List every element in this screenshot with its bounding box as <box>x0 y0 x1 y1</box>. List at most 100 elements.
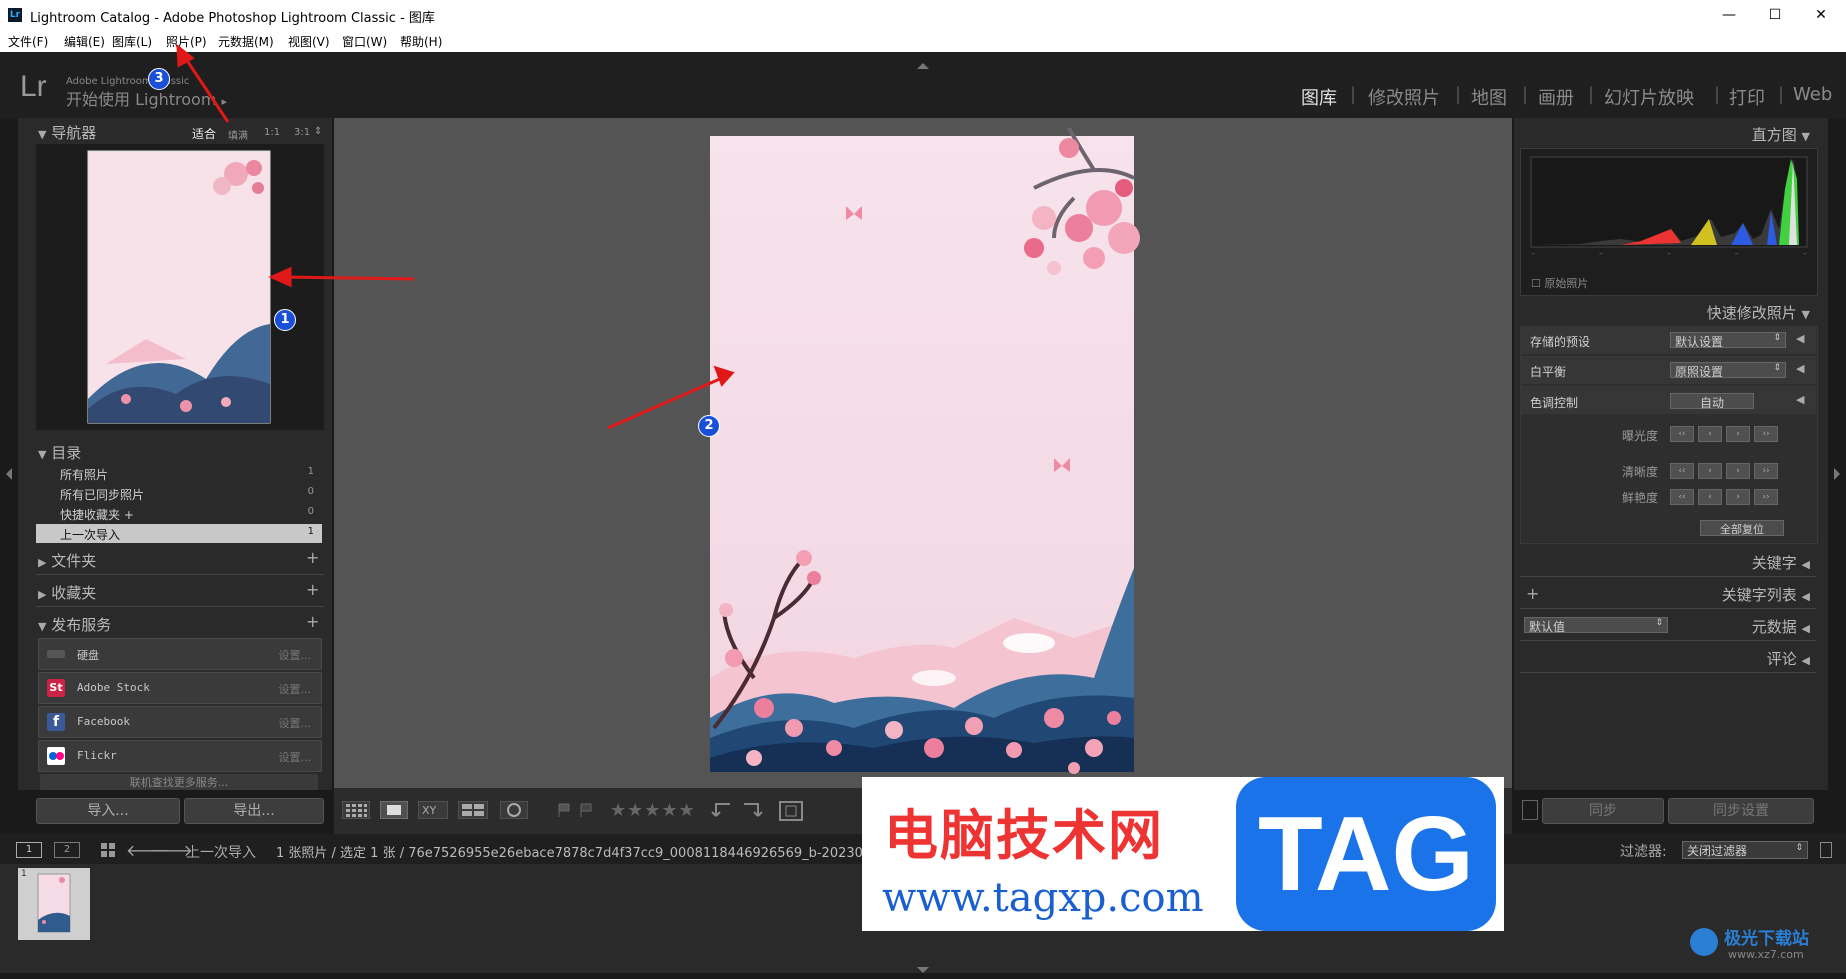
module-map[interactable]: 地图 <box>1471 84 1507 110</box>
catalog-row-synced[interactable]: 所有已同步照片 0 <box>36 484 322 503</box>
publish-services-header[interactable]: ▼ 发布服务 <box>38 614 111 635</box>
histogram-header[interactable]: 直方图 ▼ <box>1700 124 1810 145</box>
original-photo-checkbox[interactable]: ☐ 原始照片 <box>1531 275 1588 291</box>
collections-add-button[interactable]: + <box>306 580 319 599</box>
right-panel-toggle[interactable] <box>1834 466 1842 486</box>
export-button[interactable]: 导出... <box>184 798 324 824</box>
grid-mode-icon[interactable] <box>100 842 116 862</box>
metadata-header[interactable]: 元数据 ◀ <box>1700 616 1810 637</box>
zoom-3-1[interactable]: 3:1 <box>294 127 310 138</box>
maximize-button[interactable]: ☐ <box>1752 2 1798 28</box>
module-book[interactable]: 画册 <box>1538 84 1574 110</box>
import-button[interactable]: 导入... <box>36 798 180 824</box>
clarity-decrease[interactable]: ‹ <box>1698 463 1722 479</box>
module-slideshow[interactable]: 幻灯片放映 <box>1604 84 1694 110</box>
service-settings-link[interactable]: 设置... <box>279 647 312 663</box>
histogram-panel[interactable]: – – – – – ☐ 原始照片 <box>1520 148 1818 296</box>
reset-all-button[interactable]: 全部复位 <box>1700 520 1784 536</box>
crop-overlay-icon[interactable] <box>778 800 804 826</box>
comments-header[interactable]: 评论 ◀ <box>1700 648 1810 669</box>
menu-view[interactable]: 视图(V) <box>288 33 330 50</box>
filter-lock-icon[interactable] <box>1820 842 1832 858</box>
module-web[interactable]: Web <box>1793 84 1832 105</box>
service-settings-link[interactable]: 设置... <box>279 681 312 697</box>
menu-library[interactable]: 图库(L) <box>112 33 152 50</box>
folders-add-button[interactable]: + <box>306 548 319 567</box>
saved-preset-select[interactable]: 默认设置 ⇕ <box>1670 332 1786 349</box>
quick-develop-header[interactable]: 快速修改照片 ▼ <box>1620 302 1810 323</box>
keywording-header[interactable]: 关键字 ◀ <box>1660 552 1810 573</box>
catalog-row-all-photos[interactable]: 所有照片 1 <box>36 464 322 483</box>
compare-view-icon[interactable]: XY <box>417 800 449 823</box>
catalog-header[interactable]: ▼ 目录 <box>38 442 81 463</box>
expand-left-icon[interactable]: ◀ <box>1796 362 1804 375</box>
people-view-icon[interactable] <box>499 800 529 823</box>
sync-button[interactable]: 同步 <box>1542 798 1664 824</box>
publish-add-button[interactable]: + <box>306 612 319 631</box>
grid-view-icon[interactable] <box>341 800 371 823</box>
bottom-panel-toggle[interactable] <box>915 960 931 979</box>
publish-service-flickr[interactable]: Flickr 设置... <box>38 740 322 772</box>
window-primary-button[interactable]: 1 <box>16 842 42 858</box>
window-secondary-button[interactable]: 2 <box>54 842 80 858</box>
catalog-row-previous-import[interactable]: 上一次导入 1 <box>36 524 322 543</box>
loupe-view[interactable] <box>334 118 1512 788</box>
top-panel-toggle[interactable] <box>915 54 931 69</box>
zoom-1-1[interactable]: 1:1 <box>264 127 280 138</box>
navigator-header[interactable]: ▼ 导航器 <box>38 122 96 143</box>
rotate-right-icon[interactable] <box>740 800 764 824</box>
exposure-increase-large[interactable]: ›› <box>1754 426 1778 442</box>
service-settings-link[interactable]: 设置... <box>279 715 312 731</box>
zoom-fill[interactable]: 填满 <box>228 127 248 142</box>
navigator-preview[interactable] <box>36 144 324 430</box>
find-more-services[interactable]: 联机查找更多服务... <box>40 774 318 790</box>
sync-toggle-switch[interactable] <box>1522 800 1538 820</box>
expand-left-icon[interactable]: ◀ <box>1796 332 1804 345</box>
catalog-row-quick-collection[interactable]: 快捷收藏夹 + 0 <box>36 504 322 523</box>
vibrance-increase[interactable]: › <box>1726 489 1750 505</box>
menu-edit[interactable]: 编辑(E) <box>64 33 105 50</box>
survey-view-icon[interactable] <box>457 800 489 823</box>
close-button[interactable]: ✕ <box>1798 2 1844 28</box>
minimize-button[interactable]: — <box>1706 2 1752 28</box>
exposure-decrease-large[interactable]: ‹‹ <box>1670 426 1694 442</box>
clarity-decrease-large[interactable]: ‹‹ <box>1670 463 1694 479</box>
star-rating[interactable]: ★★★★★ <box>610 800 696 821</box>
module-print[interactable]: 打印 <box>1729 84 1765 110</box>
publish-service-facebook[interactable]: f Facebook 设置... <box>38 706 322 738</box>
keyword-add-button[interactable]: + <box>1526 584 1539 603</box>
clarity-increase-large[interactable]: ›› <box>1754 463 1778 479</box>
rotate-left-icon[interactable] <box>710 800 734 824</box>
flag-pick-icon[interactable] <box>556 802 572 822</box>
menu-metadata[interactable]: 元数据(M) <box>218 33 274 50</box>
flag-reject-icon[interactable] <box>578 802 594 822</box>
sync-settings-button[interactable]: 同步设置 <box>1668 798 1814 824</box>
menu-photo[interactable]: 照片(P) <box>166 33 207 50</box>
filmstrip-source[interactable]: 上一次导入 <box>186 842 256 862</box>
white-balance-select[interactable]: 原照设置 ⇕ <box>1670 362 1786 379</box>
module-develop[interactable]: 修改照片 <box>1368 84 1440 110</box>
filter-select[interactable]: 关闭过滤器 ⇕ <box>1682 841 1808 859</box>
zoom-fit[interactable]: 适合 <box>192 125 216 142</box>
vibrance-decrease-large[interactable]: ‹‹ <box>1670 489 1694 505</box>
filmstrip-thumbnail[interactable]: 1 <box>18 868 90 940</box>
identity-getting-started[interactable]: 开始使用 Lightroom ▸ <box>66 86 227 110</box>
metadata-preset-select[interactable]: 默认值 ⇕ <box>1524 617 1668 634</box>
menu-window[interactable]: 窗口(W) <box>342 33 387 50</box>
collections-header[interactable]: ▶ 收藏夹 <box>38 582 96 603</box>
vibrance-decrease[interactable]: ‹ <box>1698 489 1722 505</box>
left-panel-toggle[interactable] <box>4 466 12 486</box>
publish-service-hard-drive[interactable]: 硬盘 设置... <box>38 638 322 670</box>
auto-tone-button[interactable]: 自动 <box>1670 393 1754 410</box>
menu-help[interactable]: 帮助(H) <box>400 33 442 50</box>
clarity-increase[interactable]: › <box>1726 463 1750 479</box>
service-settings-link[interactable]: 设置... <box>279 749 312 765</box>
exposure-increase[interactable]: › <box>1726 426 1750 442</box>
folders-header[interactable]: ▶ 文件夹 <box>38 550 96 571</box>
exposure-decrease[interactable]: ‹ <box>1698 426 1722 442</box>
zoom-menu-icon[interactable]: ⇕ <box>314 126 322 137</box>
module-library[interactable]: 图库 <box>1301 84 1337 110</box>
expand-left-icon[interactable]: ◀ <box>1796 393 1804 406</box>
keyword-list-header[interactable]: 关键字列表 ◀ <box>1640 584 1810 605</box>
publish-service-adobe-stock[interactable]: St Adobe Stock 设置... <box>38 672 322 704</box>
